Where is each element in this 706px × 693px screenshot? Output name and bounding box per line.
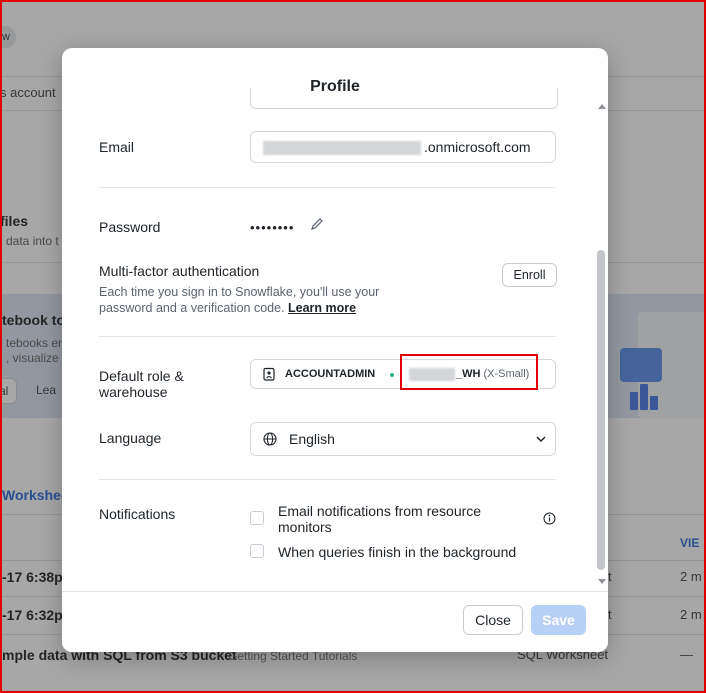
info-icon[interactable] <box>543 512 556 525</box>
dialog-footer: Close Save <box>62 591 608 652</box>
enroll-button[interactable]: Enroll <box>502 263 557 287</box>
learn-more-link[interactable]: Learn more <box>288 301 356 315</box>
email-domain: .onmicrosoft.com <box>424 139 531 155</box>
role-badge-icon <box>263 367 275 381</box>
status-dot <box>390 373 394 377</box>
language-value: English <box>289 431 335 447</box>
default-role-label-line2: warehouse <box>99 384 168 400</box>
globe-icon <box>263 432 277 446</box>
mfa-description: Each time you sign in to Snowflake, you'… <box>99 284 419 316</box>
save-button[interactable]: Save <box>531 605 586 635</box>
pencil-icon[interactable] <box>310 217 324 231</box>
notifications-label: Notifications <box>99 506 176 522</box>
divider <box>99 336 556 337</box>
default-role-label-line1: Default role & <box>99 368 184 384</box>
mfa-label: Multi-factor authentication <box>99 263 260 279</box>
default-role-label: Default role & warehouse <box>99 368 184 400</box>
email-field[interactable]: .onmicrosoft.com <box>250 131 556 163</box>
chevron-down-icon <box>536 436 546 443</box>
dialog-title: Profile <box>310 78 360 95</box>
divider <box>99 479 556 480</box>
divider <box>99 187 556 188</box>
redacted-email <box>263 141 421 155</box>
email-notifications-label: Email notifications from resource monito… <box>278 503 481 535</box>
scroll-down-arrow-icon[interactable] <box>597 578 607 586</box>
profile-dialog: Profile Email .onmicrosoft.com Password … <box>62 48 608 652</box>
password-label: Password <box>99 219 161 235</box>
email-notifications-label-line1: Email notifications from resource <box>278 503 482 519</box>
role-name: ACCOUNTADMIN <box>285 368 376 380</box>
scroll-up-arrow-icon[interactable] <box>597 102 607 110</box>
highlight-annotation <box>400 354 538 390</box>
password-value: •••••••• <box>250 220 295 235</box>
email-notifications-label-line2: monitors <box>278 519 332 535</box>
language-select[interactable]: English <box>250 422 556 456</box>
language-label: Language <box>99 430 162 446</box>
email-notifications-checkbox[interactable] <box>250 511 264 525</box>
close-button[interactable]: Close <box>463 605 523 635</box>
query-finish-checkbox[interactable] <box>250 544 264 558</box>
query-finish-label: When queries finish in the background <box>278 544 517 560</box>
scrollbar-thumb[interactable] <box>597 250 605 570</box>
email-label: Email <box>99 139 135 155</box>
